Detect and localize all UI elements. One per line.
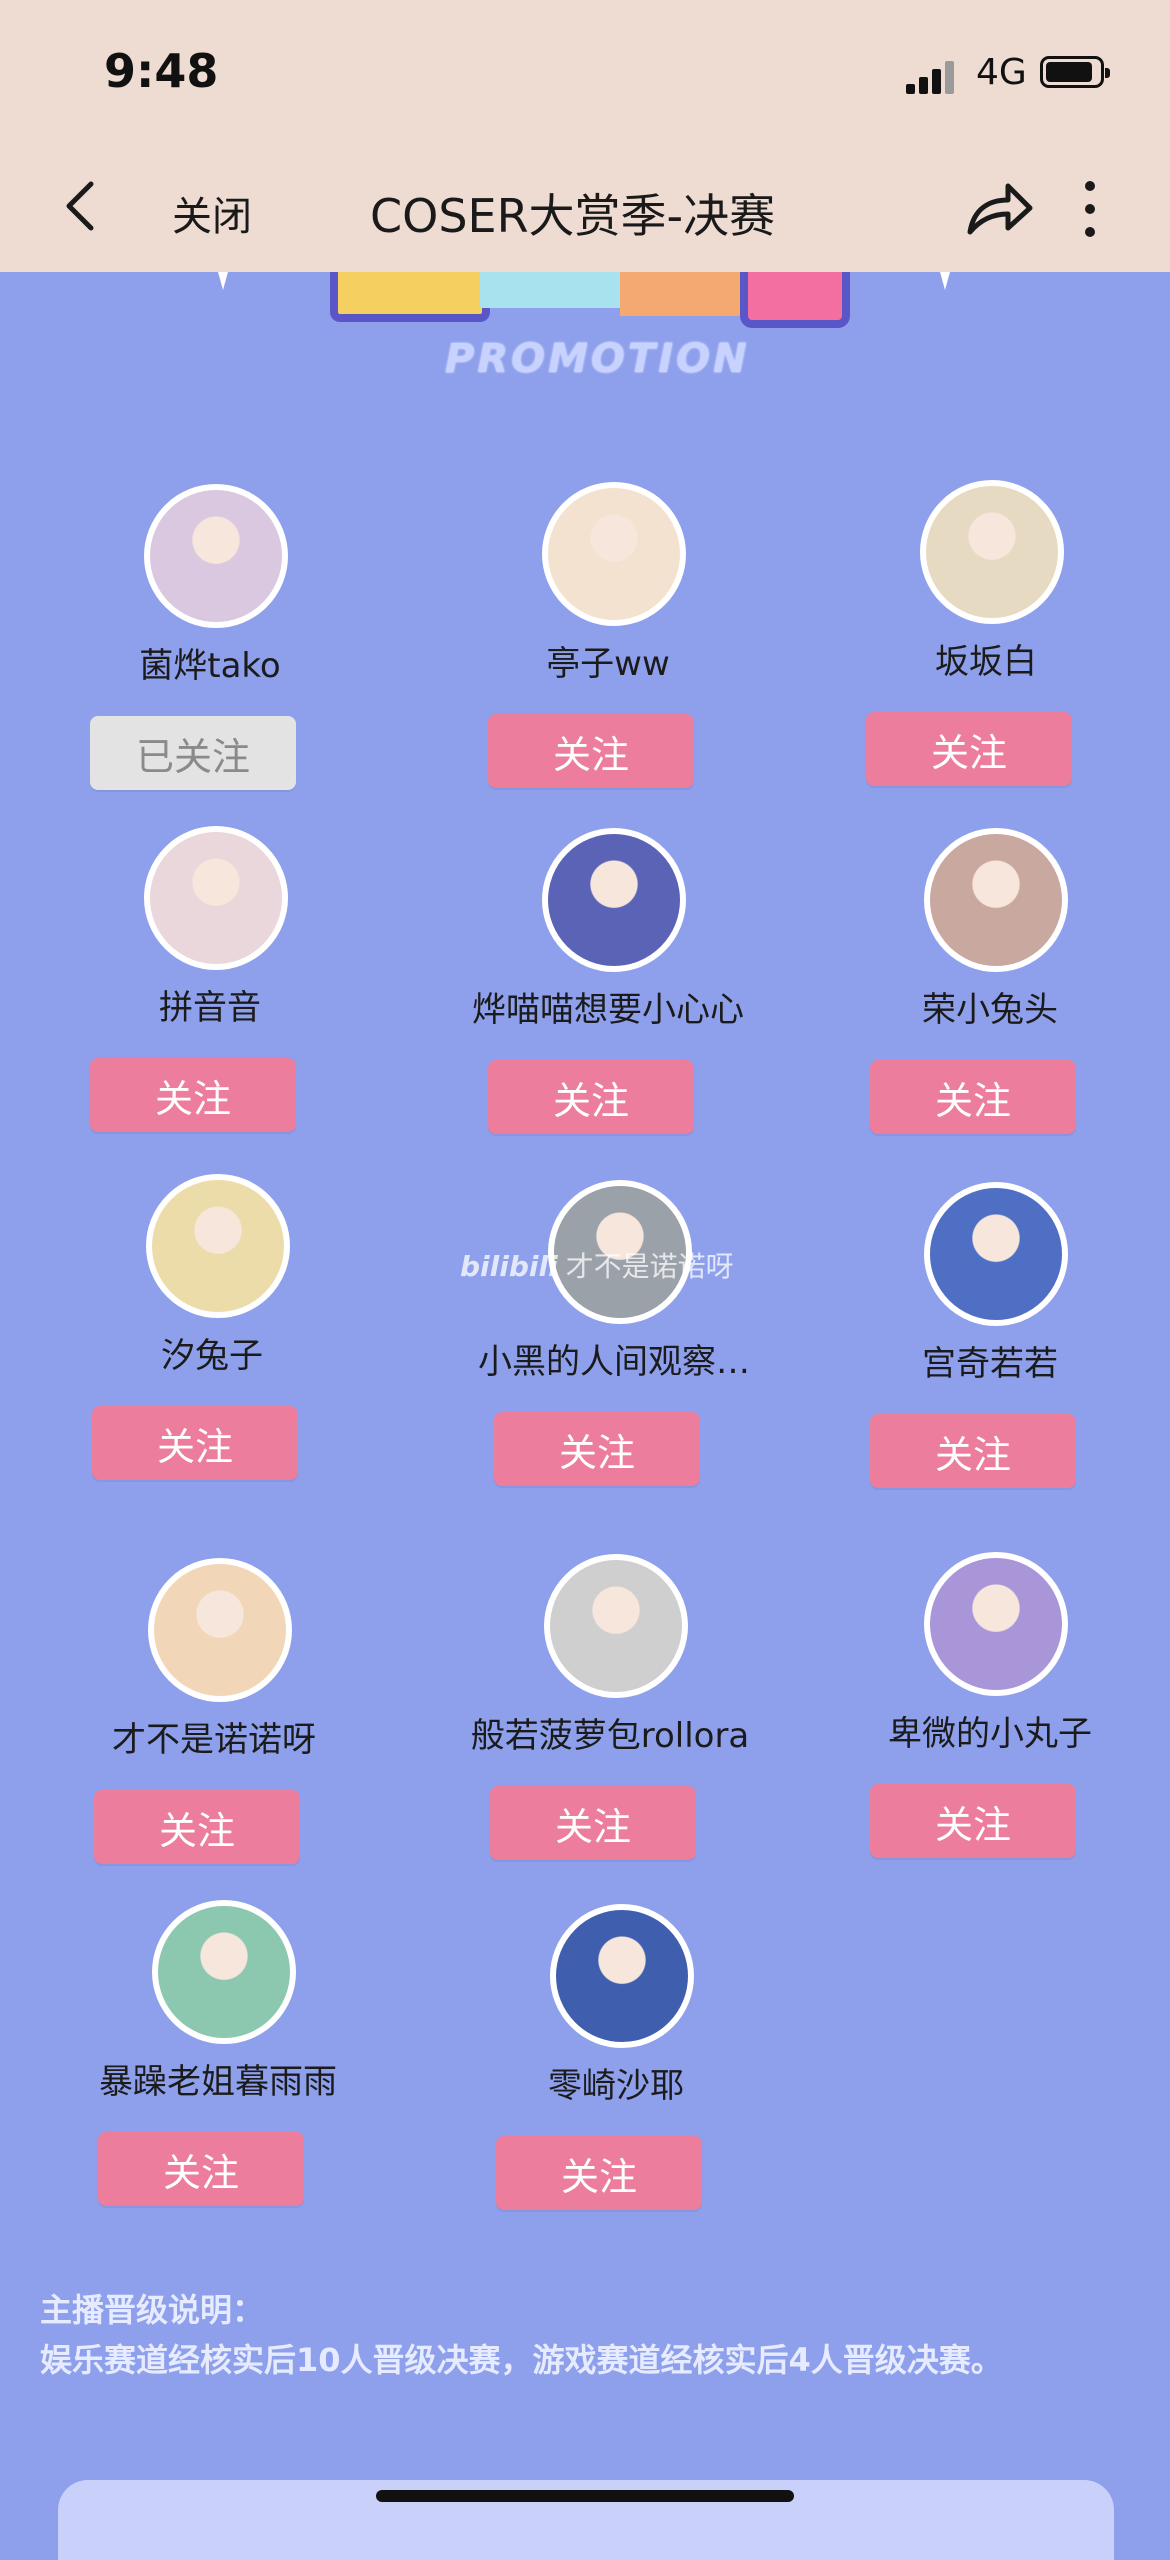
- follow-button[interactable]: 关注: [94, 1790, 300, 1864]
- network-type: 4G: [976, 52, 1027, 93]
- promotion-rules: 主播晋级说明： 娱乐赛道经核实后10人晋级决赛，游戏赛道经核实后4人晋级决赛。: [40, 2285, 1140, 2385]
- back-button[interactable]: [56, 176, 104, 236]
- avatar[interactable]: [550, 1904, 694, 2048]
- avatar[interactable]: [924, 1182, 1068, 1326]
- streamer-name: 零崎沙耶: [548, 2066, 684, 2106]
- avatar[interactable]: [542, 828, 686, 972]
- close-button[interactable]: 关闭: [172, 184, 252, 242]
- streamer-name: 宫奇若若: [922, 1344, 1058, 1384]
- streamer-name: 拼音音: [159, 988, 261, 1028]
- streamer-name: 坂坂白: [935, 642, 1037, 682]
- streamer-name: 亭子ww: [546, 644, 670, 684]
- streamer-name: 暴躁老姐暮雨雨: [99, 2062, 337, 2102]
- avatar[interactable]: [146, 1174, 290, 1318]
- follow-button[interactable]: 关注: [490, 1786, 696, 1860]
- follow-button[interactable]: 关注: [92, 1406, 298, 1480]
- status-time: 9:48: [104, 44, 219, 98]
- avatar[interactable]: [544, 1554, 688, 1698]
- rules-text: 娱乐赛道经核实后10人晋级决赛，游戏赛道经核实后4人晋级决赛。: [40, 2341, 1003, 2379]
- streamer-name: 才不是诺诺呀: [112, 1720, 316, 1760]
- watermark-brand: bilibili: [460, 1250, 558, 1283]
- home-indicator[interactable]: [376, 2490, 794, 2502]
- follow-button[interactable]: 关注: [494, 1412, 700, 1486]
- share-button[interactable]: [964, 178, 1036, 238]
- follow-button[interactable]: 已关注: [90, 716, 296, 790]
- avatar[interactable]: [144, 484, 288, 628]
- page-title: COSER大赏季-决赛: [370, 189, 776, 243]
- chevron-left-icon: [66, 181, 94, 231]
- follow-button[interactable]: 关注: [870, 1060, 1076, 1134]
- battery-icon: [1040, 56, 1110, 88]
- avatar[interactable]: [152, 1900, 296, 2044]
- follow-button[interactable]: 关注: [488, 714, 694, 788]
- avatar[interactable]: [920, 480, 1064, 624]
- follow-button[interactable]: 关注: [488, 1060, 694, 1134]
- watermark-text: 才不是诺诺呀: [565, 1250, 734, 1283]
- avatar[interactable]: [144, 826, 288, 970]
- follow-button[interactable]: 关注: [496, 2136, 702, 2210]
- streamer-name: 汐兔子: [161, 1336, 263, 1376]
- share-icon: [967, 183, 1033, 235]
- follow-button[interactable]: 关注: [90, 1058, 296, 1132]
- streamer-name: 烨喵喵想要小心心: [472, 990, 744, 1030]
- streamer-name: 荣小兔头: [922, 990, 1058, 1030]
- more-menu-button[interactable]: [1070, 176, 1110, 242]
- follow-button[interactable]: 关注: [870, 1414, 1076, 1488]
- avatar[interactable]: [924, 828, 1068, 972]
- watermark: bilibili 才不是诺诺呀: [460, 1245, 734, 1285]
- avatar[interactable]: [148, 1558, 292, 1702]
- streamer-name: 小黑的人间观察…: [478, 1342, 750, 1382]
- status-bar: 9:48 4G: [0, 0, 1170, 140]
- avatar[interactable]: [542, 482, 686, 626]
- streamer-name: 般若菠萝包rollora: [470, 1716, 750, 1756]
- follow-button[interactable]: 关注: [98, 2132, 304, 2206]
- more-vertical-icon: [1085, 181, 1095, 237]
- signal-icon: [906, 60, 958, 94]
- avatar[interactable]: [924, 1552, 1068, 1696]
- follow-button[interactable]: 关注: [870, 1784, 1076, 1858]
- rules-heading: 主播晋级说明：: [40, 2291, 265, 2329]
- promotion-label: PROMOTION: [445, 336, 750, 382]
- follow-button[interactable]: 关注: [866, 712, 1072, 786]
- streamer-name: 菌烨tako: [139, 646, 281, 686]
- streamer-name: 卑微的小丸子: [888, 1714, 1092, 1754]
